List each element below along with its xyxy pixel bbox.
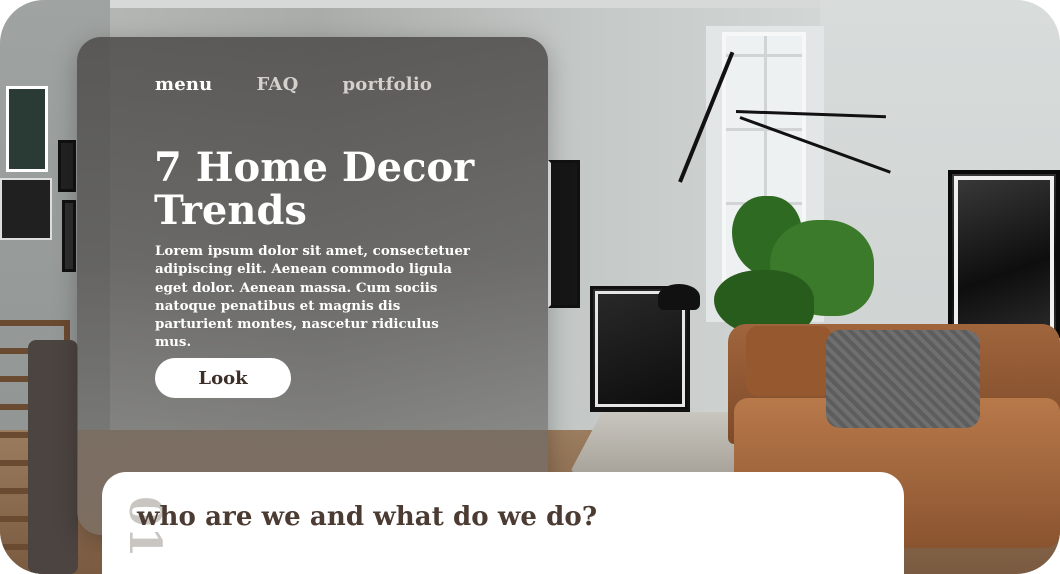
wall-art-small [0, 178, 52, 240]
wall-art-small [6, 86, 48, 172]
framed-portrait [948, 170, 1060, 338]
wall-art-small [62, 200, 76, 272]
hero-headline: 7 Home Decor Trends [154, 144, 475, 234]
hero-description: Lorem ipsum dolor sit amet, consectetuer… [155, 243, 470, 351]
wall-art-dark [548, 160, 580, 308]
nav-item-menu[interactable]: menu [155, 74, 212, 95]
look-button[interactable]: Look [155, 358, 291, 398]
lamp-shade [658, 284, 700, 310]
nav-item-faq[interactable]: FAQ [256, 74, 298, 95]
ceiling [110, 0, 820, 8]
section-title: who are we and what do we do? [137, 502, 598, 532]
wall-art-small [58, 140, 76, 192]
nav-item-portfolio[interactable]: portfolio [342, 74, 432, 95]
throw-blanket [28, 340, 78, 574]
sofa-cushion [746, 326, 832, 396]
top-nav: menu FAQ portfolio [155, 74, 432, 95]
landing-page: menu FAQ portfolio 7 Home Decor Trends L… [0, 0, 1060, 574]
knit-cushion [826, 330, 980, 428]
